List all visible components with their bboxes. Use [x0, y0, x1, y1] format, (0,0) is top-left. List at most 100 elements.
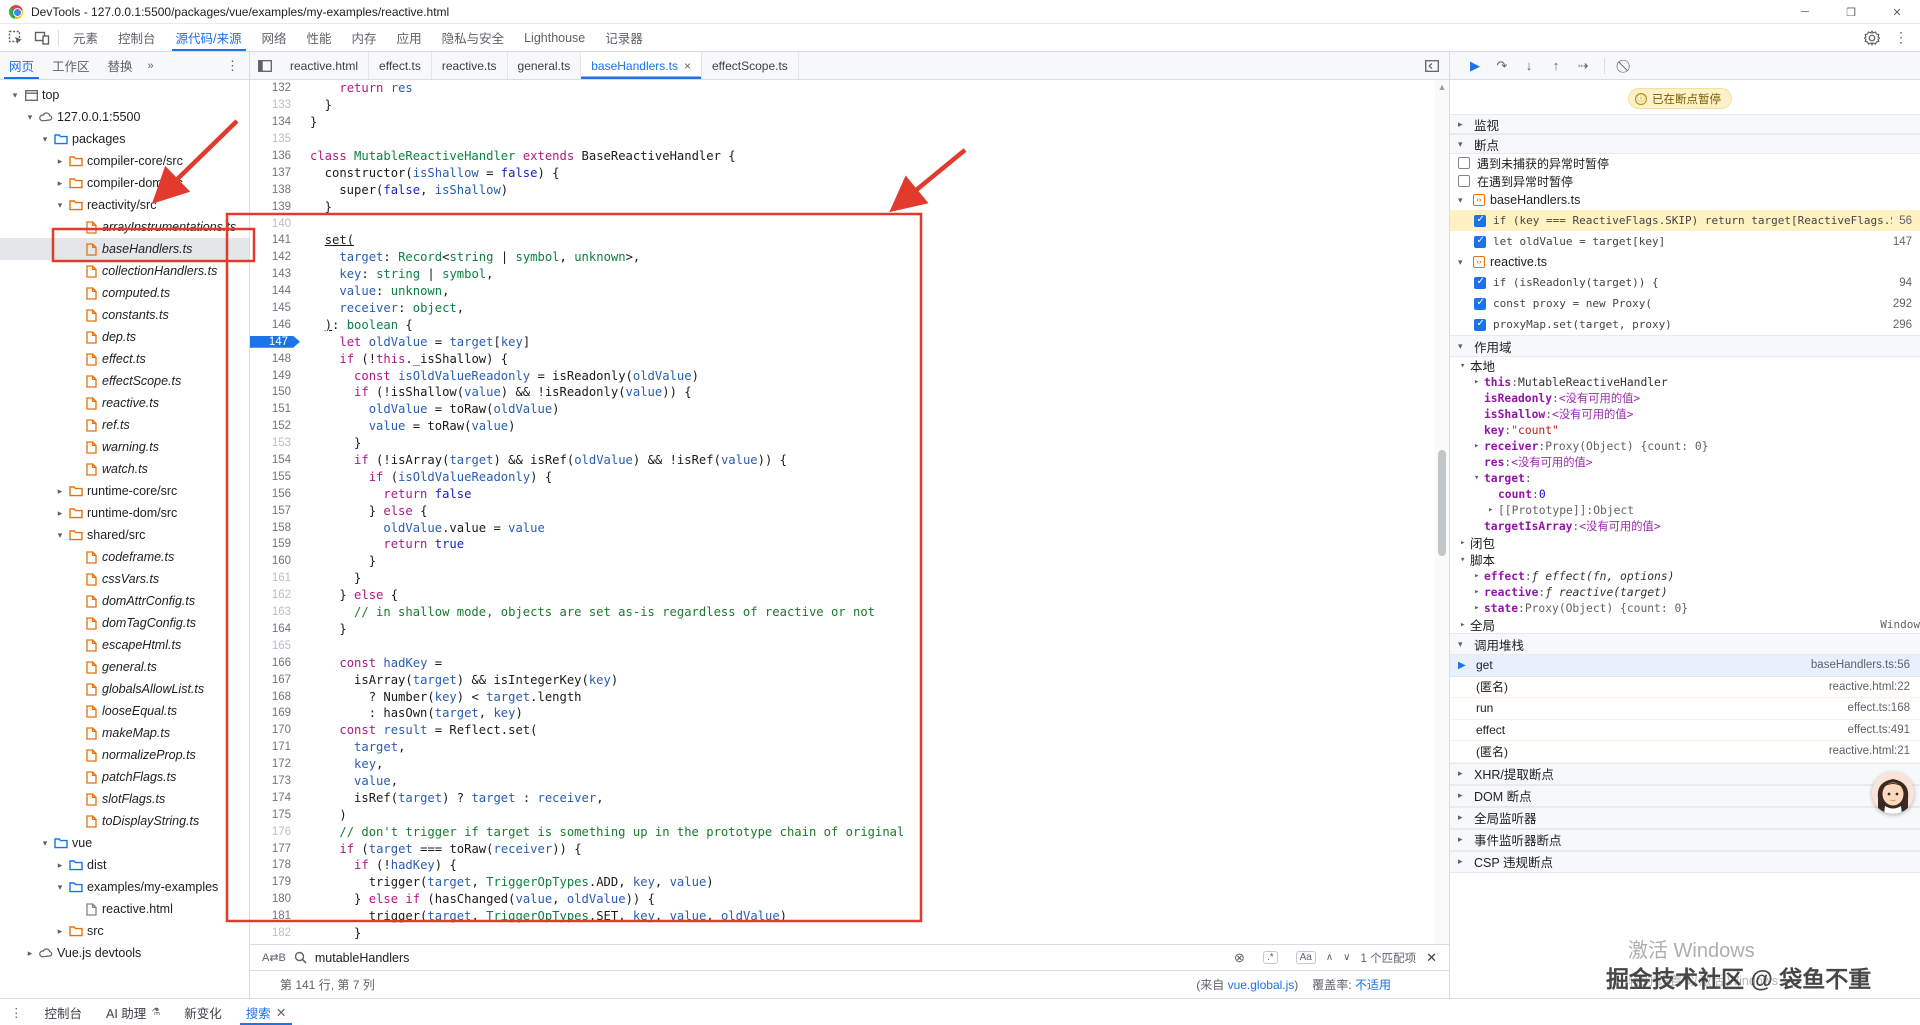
window-maximize-button[interactable]: ❐	[1828, 0, 1874, 24]
tree-item-compiler-core/src[interactable]: ▸ compiler-core/src	[0, 150, 249, 172]
line-number[interactable]: 171	[250, 741, 300, 753]
line-number[interactable]: 165	[250, 640, 300, 652]
line-number[interactable]: 152	[250, 420, 300, 432]
chevron-right-icon[interactable]: ▸	[1460, 538, 1470, 548]
tree-item-127.0.0.1:5500[interactable]: ▾ 127.0.0.1:5500	[0, 106, 249, 128]
breakpoint-file-group-reactive.ts[interactable]: ▾ ‹› reactive.ts	[1450, 252, 1920, 272]
tree-item-reactive.html[interactable]: reactive.html	[0, 898, 249, 920]
breakpoint-checkbox[interactable]	[1474, 235, 1486, 248]
tree-item-escapeHtml.ts[interactable]: escapeHtml.ts	[0, 634, 249, 656]
match-case-toggle[interactable]: Aa	[1295, 951, 1316, 964]
devtools-menu-kebab-icon[interactable]: ⋮	[1894, 29, 1908, 46]
scope-entry[interactable]: ▸ receiver: Proxy(Object) {count: 0}	[1450, 438, 1920, 454]
tree-item-examples/my-examples[interactable]: ▾ examples/my-examples	[0, 876, 249, 898]
call-stack-frame-effect[interactable]: effect effect.ts:491	[1450, 720, 1920, 741]
line-number[interactable]: 173	[250, 775, 300, 787]
sidebar-tab-工作区[interactable]: 工作区	[43, 52, 99, 79]
sidebar-tab-替换[interactable]: 替换	[99, 52, 142, 79]
tree-item-reactivity/src[interactable]: ▾ reactivity/src	[0, 194, 249, 216]
tree-item-constants.ts[interactable]: constants.ts	[0, 304, 249, 326]
replace-toggle-icon[interactable]: A⇄B	[262, 951, 286, 964]
drawer-tab-控制台[interactable]: 控制台	[33, 999, 95, 1025]
chevron-right-icon[interactable]: ▸	[53, 508, 67, 519]
tab-隐私与安全[interactable]: 隐私与安全	[432, 24, 515, 51]
close-find-bar-icon[interactable]: ✕	[1426, 950, 1437, 966]
device-toolbar-icon[interactable]	[34, 30, 50, 46]
chevron-right-icon[interactable]: ▸	[1460, 620, 1470, 630]
chevron-down-icon[interactable]: ▾	[23, 112, 37, 123]
section-call-stack[interactable]: ▾ 调用堆栈	[1450, 633, 1920, 655]
line-number[interactable]: 133	[250, 99, 300, 111]
line-number[interactable]: 167	[250, 674, 300, 686]
chevron-right-icon[interactable]: ▸	[53, 178, 67, 189]
tab-源代码/来源[interactable]: 源代码/来源	[166, 24, 252, 51]
tab-控制台[interactable]: 控制台	[108, 24, 166, 51]
tree-item-shared/src[interactable]: ▾ shared/src	[0, 524, 249, 546]
execution-line-number[interactable]: 147	[250, 336, 300, 348]
tab-内存[interactable]: 内存	[342, 24, 387, 51]
scope-entry[interactable]: count: 0	[1450, 486, 1920, 502]
section-CSP 违规断点[interactable]: ▸ CSP 违规断点	[1450, 850, 1920, 873]
line-number[interactable]: 159	[250, 538, 300, 550]
scope-entry[interactable]: ▸ this: MutableReactiveHandler	[1450, 374, 1920, 390]
section-全局监听器[interactable]: ▸ 全局监听器	[1450, 806, 1920, 829]
call-stack-frame-(匿名)[interactable]: (匿名) reactive.html:22	[1450, 677, 1920, 698]
editor-tab-general.ts[interactable]: general.ts	[508, 52, 582, 79]
sidebar-menu-kebab-icon[interactable]: ⋮	[226, 58, 249, 74]
chevron-right-icon[interactable]: ▸	[1474, 587, 1484, 597]
line-number[interactable]: 181	[250, 910, 300, 922]
line-number[interactable]: 180	[250, 893, 300, 905]
line-number[interactable]: 163	[250, 606, 300, 618]
breakpoint-file-group-baseHandlers.ts[interactable]: ▾ ‹› baseHandlers.ts	[1450, 190, 1920, 210]
breakpoint-checkbox[interactable]	[1474, 318, 1486, 331]
line-number[interactable]: 144	[250, 285, 300, 297]
chevron-down-icon[interactable]: ▾	[53, 882, 67, 893]
chevron-right-icon[interactable]: ▸	[1474, 441, 1484, 451]
breakpoint-checkbox[interactable]	[1474, 214, 1486, 227]
line-number[interactable]: 141	[250, 234, 300, 246]
editor-tab-baseHandlers.ts[interactable]: baseHandlers.ts ×	[581, 52, 702, 79]
step-button[interactable]: ⇢	[1574, 58, 1592, 74]
line-number[interactable]: 176	[250, 826, 300, 838]
tree-item-warning.ts[interactable]: warning.ts	[0, 436, 249, 458]
call-stack-frame-get[interactable]: ▶ get baseHandlers.ts:56	[1450, 655, 1920, 677]
scope-entry[interactable]: ▾ target:	[1450, 470, 1920, 486]
tree-item-computed.ts[interactable]: computed.ts	[0, 282, 249, 304]
chevron-down-icon[interactable]: ▾	[1460, 361, 1470, 371]
breakpoint-entry[interactable]: let oldValue = target[key] 147	[1450, 231, 1920, 252]
tab-Lighthouse[interactable]: Lighthouse	[514, 24, 595, 51]
tree-item-dep.ts[interactable]: dep.ts	[0, 326, 249, 348]
tree-item-collectionHandlers.ts[interactable]: collectionHandlers.ts	[0, 260, 249, 282]
scope-entry[interactable]: ▸ state: Proxy(Object) {count: 0}	[1450, 600, 1920, 616]
close-tab-icon[interactable]: ×	[684, 59, 691, 73]
line-number[interactable]: 158	[250, 522, 300, 534]
pause-caught-checkbox[interactable]	[1458, 175, 1470, 187]
section-DOM 断点[interactable]: ▸ DOM 断点	[1450, 784, 1920, 807]
tab-网络[interactable]: 网络	[252, 24, 297, 51]
tree-item-runtime-core/src[interactable]: ▸ runtime-core/src	[0, 480, 249, 502]
chevron-down-icon[interactable]: ▾	[1460, 555, 1470, 565]
line-number[interactable]: 145	[250, 302, 300, 314]
tree-item-baseHandlers.ts[interactable]: baseHandlers.ts	[0, 238, 249, 260]
line-number[interactable]: 139	[250, 201, 300, 213]
breakpoint-entry[interactable]: proxyMap.set(target, proxy) 296	[1450, 314, 1920, 335]
breakpoint-entry[interactable]: if (key === ReactiveFlags.SKIP) return t…	[1450, 210, 1920, 231]
tab-应用[interactable]: 应用	[387, 24, 432, 51]
tree-item-compiler-dom/src[interactable]: ▸ compiler-dom/src	[0, 172, 249, 194]
code-editor[interactable]: 132 return res 133 } 134} 135 136 class Mutab…	[250, 80, 1435, 944]
tree-item-dist[interactable]: ▸ dist	[0, 854, 249, 876]
scope-entry[interactable]: isShallow: <没有可用的值>	[1450, 406, 1920, 422]
line-number[interactable]: 149	[250, 370, 300, 382]
chevron-down-icon[interactable]: ▾	[8, 90, 22, 101]
line-number[interactable]: 161	[250, 572, 300, 584]
line-number[interactable]: 135	[250, 133, 300, 145]
editor-tab-effectScope.ts[interactable]: effectScope.ts	[702, 52, 799, 79]
line-number[interactable]: 166	[250, 657, 300, 669]
line-number[interactable]: 151	[250, 403, 300, 415]
line-number[interactable]: 143	[250, 268, 300, 280]
tree-item-packages[interactable]: ▾ packages	[0, 128, 249, 150]
scope-section-脚本[interactable]: ▾ 脚本	[1450, 551, 1920, 568]
deactivate-breakpoints-button[interactable]: ⃠	[1617, 58, 1635, 74]
chevron-down-icon[interactable]: ▾	[38, 134, 52, 145]
line-number[interactable]: 150	[250, 386, 300, 398]
